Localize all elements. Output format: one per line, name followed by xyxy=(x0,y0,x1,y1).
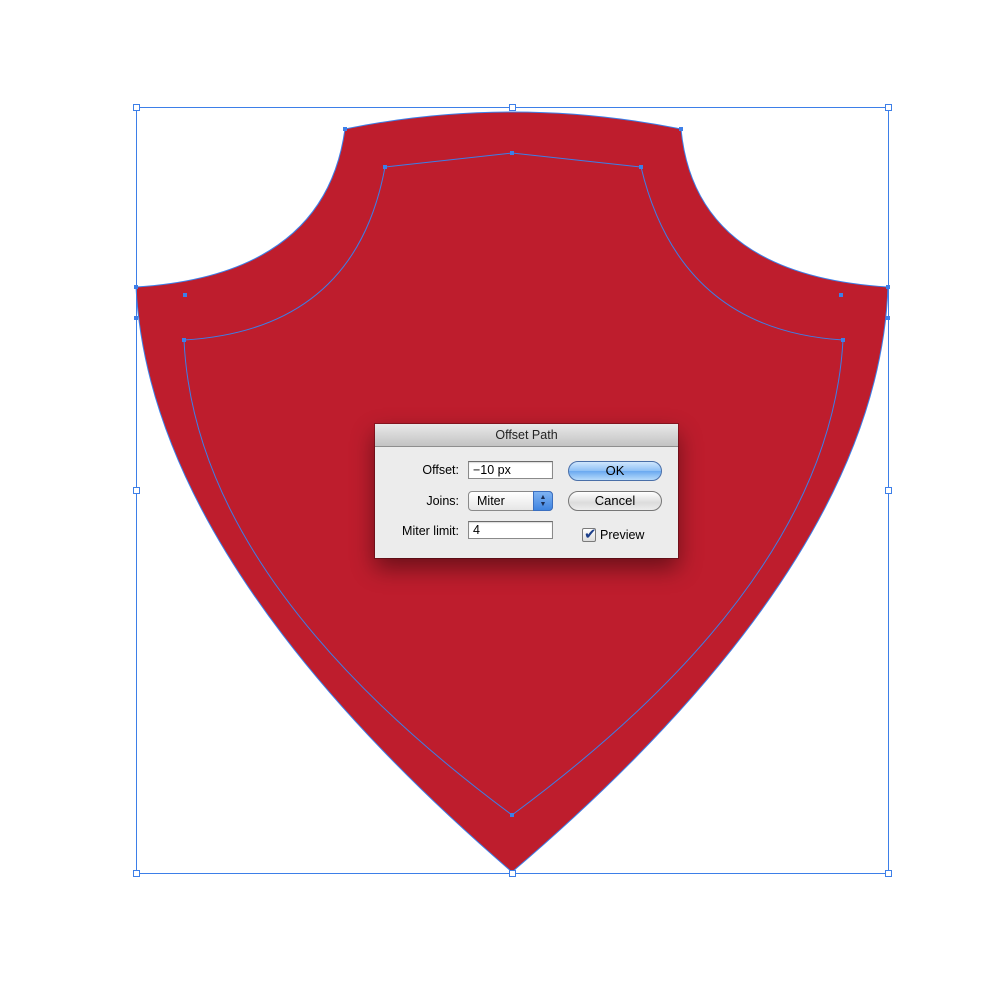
anchor-point[interactable] xyxy=(679,127,683,131)
ok-button[interactable]: OK xyxy=(568,461,662,481)
anchor-point[interactable] xyxy=(839,293,843,297)
offset-label: Offset: xyxy=(422,463,459,477)
anchor-point[interactable] xyxy=(183,293,187,297)
handle-top-left[interactable] xyxy=(133,104,140,111)
cancel-button[interactable]: Cancel xyxy=(568,491,662,511)
handle-bottom-right[interactable] xyxy=(885,870,892,877)
handle-top-right[interactable] xyxy=(885,104,892,111)
handle-top-center[interactable] xyxy=(509,104,516,111)
anchor-point[interactable] xyxy=(134,316,138,320)
anchor-point[interactable] xyxy=(639,165,643,169)
handle-middle-right[interactable] xyxy=(885,487,892,494)
anchor-point[interactable] xyxy=(134,285,138,289)
preview-label: Preview xyxy=(600,528,645,542)
handle-bottom-center[interactable] xyxy=(509,870,516,877)
joins-select[interactable]: Miter ▲ ▼ xyxy=(468,491,553,511)
anchor-point[interactable] xyxy=(343,127,347,131)
anchor-point[interactable] xyxy=(510,151,514,155)
dialog-title: Offset Path xyxy=(375,424,678,447)
joins-select-value: Miter xyxy=(477,494,505,508)
anchor-point[interactable] xyxy=(886,316,890,320)
anchor-point[interactable] xyxy=(182,338,186,342)
offset-path-dialog: Offset Path Offset: Joins: Miter ▲▼ Mite… xyxy=(375,424,678,558)
anchor-point[interactable] xyxy=(886,285,890,289)
handle-middle-left[interactable] xyxy=(133,487,140,494)
handle-bottom-left[interactable] xyxy=(133,870,140,877)
checkmark-icon: ✔ xyxy=(584,525,597,543)
preview-checkbox[interactable]: ✔ xyxy=(582,525,597,543)
anchor-point[interactable] xyxy=(510,813,514,817)
miter-limit-input[interactable] xyxy=(468,521,553,539)
offset-input[interactable] xyxy=(468,461,553,479)
miter-limit-label: Miter limit: xyxy=(402,524,459,538)
select-arrows-icon: ▲ ▼ xyxy=(533,491,553,511)
joins-label: Joins: xyxy=(426,494,459,508)
anchor-point[interactable] xyxy=(383,165,387,169)
anchor-point[interactable] xyxy=(841,338,845,342)
